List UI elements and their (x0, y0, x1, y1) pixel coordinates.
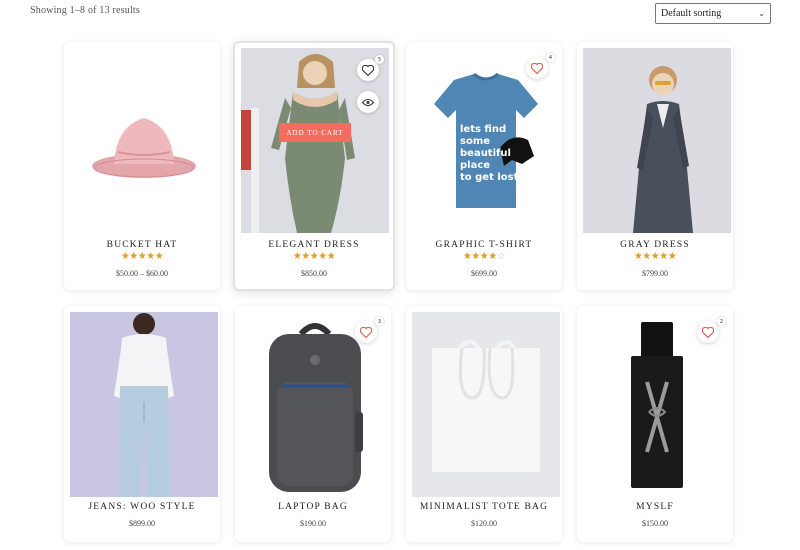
heart-icon (531, 62, 543, 74)
heart-icon (702, 326, 714, 338)
sort-select[interactable]: Default sorting ⌄ (655, 3, 771, 24)
sort-selected-value: Default sorting (661, 8, 722, 19)
heart-icon (362, 64, 374, 76)
product-card-jeans[interactable]: JEANS: WOO STYLE $899.00 (64, 306, 220, 542)
jeans-image[interactable] (70, 312, 218, 497)
product-card-elegant-dress[interactable]: 5 ADD TO CART ELEGANT DRESS ★★★★★ $850.0… (233, 41, 395, 291)
rating-stars: ★★★★★ (633, 251, 677, 262)
result-count: Showing 1–8 of 13 results (30, 5, 140, 16)
rating-stars: ★★★★☆ (462, 251, 506, 262)
product-card-laptop-bag[interactable]: 3 LAPTOP BAG $190.00 (235, 306, 391, 542)
wishlist-button[interactable] (355, 321, 377, 343)
product-card-perfume[interactable]: 2 MYSLF $150.00 (577, 306, 733, 542)
product-price: $190.00 (300, 519, 326, 528)
product-card-tote-bag[interactable]: MINIMALIST TOTE BAG $120.00 (406, 306, 562, 542)
product-card-bucket-hat[interactable]: BUCKET HAT ★★★★★ $50.00 – $60.00 (64, 42, 220, 290)
product-name[interactable]: MINIMALIST TOTE BAG (406, 502, 562, 512)
bucket-hat-image[interactable] (70, 48, 218, 233)
eye-icon (362, 98, 374, 106)
product-price: $150.00 (642, 519, 668, 528)
shirt-text-4: place (460, 160, 490, 171)
wishlist-button[interactable] (697, 321, 719, 343)
product-price: $699.00 (471, 269, 497, 278)
rating-stars: ★★★★★ (120, 251, 164, 262)
shirt-text-5: to get lost (460, 172, 519, 183)
quick-view-button[interactable] (357, 91, 379, 113)
shirt-text-1: lets find (460, 124, 506, 135)
product-card-gray-dress[interactable]: GRAY DRESS ★★★★★ $799.00 (577, 42, 733, 290)
rating-stars: ★★★★★ (292, 251, 336, 262)
gray-dress-image[interactable] (583, 48, 731, 233)
shop-toolbar: Showing 1–8 of 13 results Default sortin… (0, 0, 800, 30)
product-price: $850.00 (301, 269, 327, 278)
product-name[interactable]: LAPTOP BAG (235, 502, 391, 512)
product-price: $799.00 (642, 269, 668, 278)
shirt-text-3: beautiful (460, 148, 511, 159)
chevron-down-icon: ⌄ (758, 9, 765, 18)
product-name[interactable]: GRAY DRESS (577, 240, 733, 250)
product-card-graphic-tshirt[interactable]: lets find some beautiful place to get lo… (406, 42, 562, 290)
product-name[interactable]: ELEGANT DRESS (235, 240, 393, 250)
shirt-text-2: some (460, 136, 490, 147)
wishlist-count: 3 (375, 317, 384, 326)
product-name[interactable]: JEANS: WOO STYLE (64, 502, 220, 512)
wishlist-count: 5 (375, 55, 384, 64)
wishlist-count: 2 (717, 317, 726, 326)
heart-icon (360, 326, 372, 338)
product-price: $50.00 – $60.00 (116, 269, 168, 278)
wishlist-count: 4 (546, 53, 555, 62)
product-name[interactable]: MYSLF (577, 502, 733, 512)
product-name[interactable]: BUCKET HAT (64, 240, 220, 250)
product-price: $120.00 (471, 519, 497, 528)
product-price: $899.00 (129, 519, 155, 528)
wishlist-button[interactable] (526, 57, 548, 79)
tote-bag-image[interactable] (412, 312, 560, 497)
add-to-cart-button[interactable]: ADD TO CART (279, 123, 351, 142)
product-name[interactable]: GRAPHIC T-SHIRT (406, 240, 562, 250)
